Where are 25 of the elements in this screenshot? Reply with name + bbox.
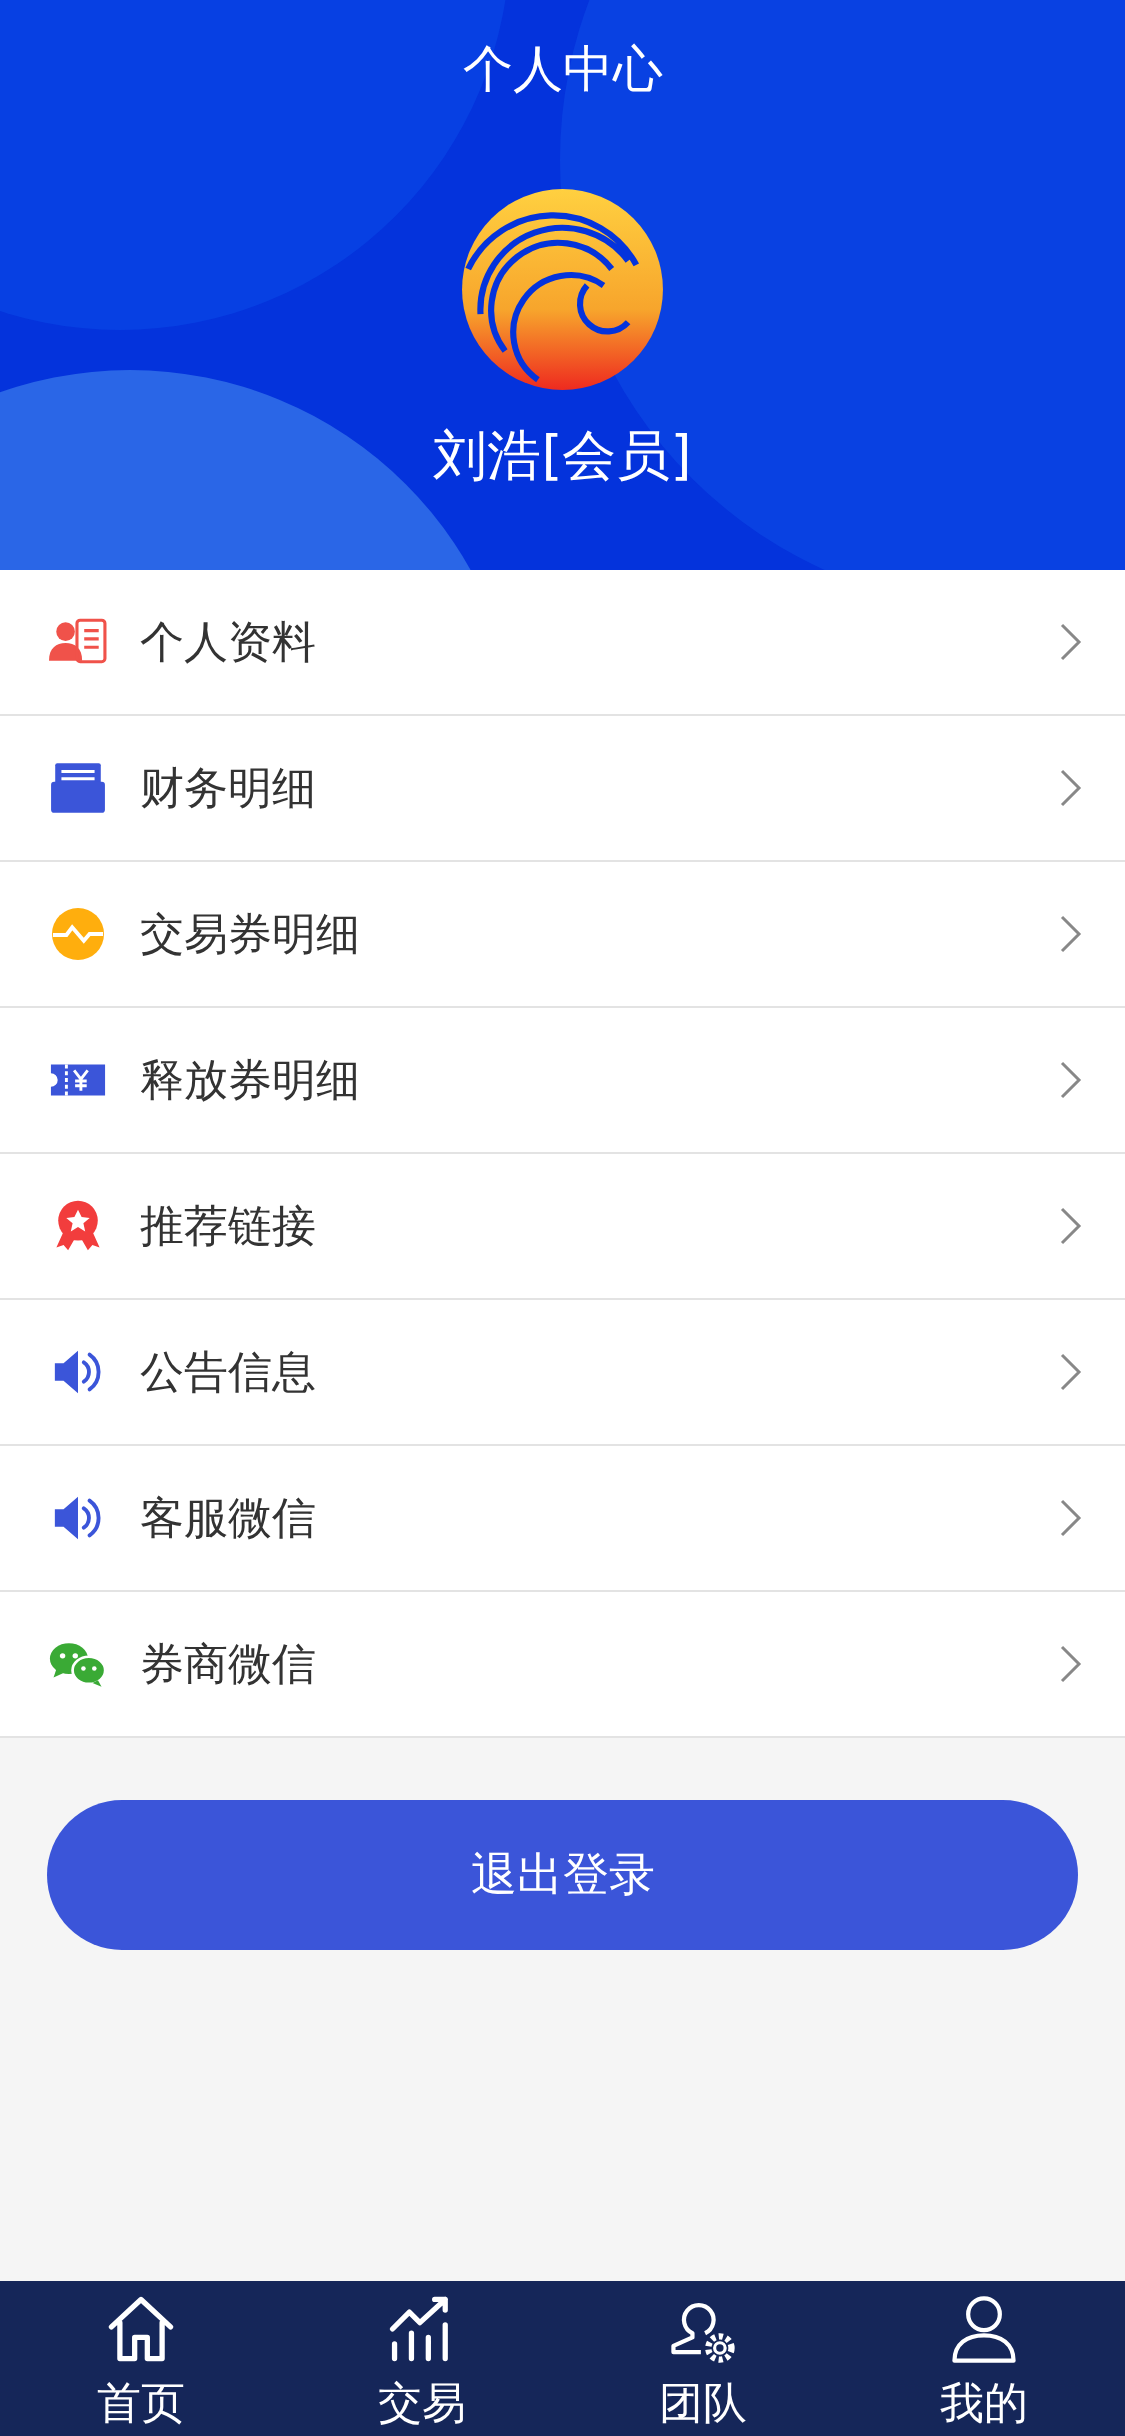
tab-item[interactable]: 首页 [0, 2281, 282, 2436]
menu-item[interactable]: 释放券明细 [0, 1008, 1125, 1154]
menu-item[interactable]: 客服微信 [0, 1446, 1125, 1592]
chevron-right-icon [1059, 1498, 1083, 1538]
menu-item[interactable]: 财务明细 [0, 716, 1125, 862]
chevron-right-icon [1059, 622, 1083, 662]
chevron-right-icon [1059, 1644, 1083, 1684]
chevron-right-icon [1059, 768, 1083, 808]
logout-button[interactable]: 退出登录 [47, 1800, 1078, 1950]
chevron-right-icon [1059, 1060, 1083, 1100]
tab-item[interactable]: 交易 [281, 2281, 563, 2436]
tab-item[interactable]: 团队 [562, 2281, 844, 2436]
menu-item[interactable]: 个人资料 [0, 570, 1125, 716]
menu-item[interactable]: 推荐链接 [0, 1154, 1125, 1300]
user-name: 刘浩[会员] [433, 423, 692, 489]
exchange-coin-icon [49, 907, 107, 961]
tab-item[interactable]: 我的 [843, 2281, 1125, 2436]
page-title: 个人中心 [462, 39, 663, 100]
chevron-right-icon [1059, 1352, 1083, 1392]
menu-item[interactable]: 券商微信 [0, 1592, 1125, 1738]
ledger-icon [49, 761, 107, 815]
chevron-right-icon [1059, 914, 1083, 954]
menu-item[interactable]: 交易券明细 [0, 862, 1125, 1008]
chevron-right-icon [1059, 1206, 1083, 1246]
menu-item[interactable]: 公告信息 [0, 1300, 1125, 1446]
